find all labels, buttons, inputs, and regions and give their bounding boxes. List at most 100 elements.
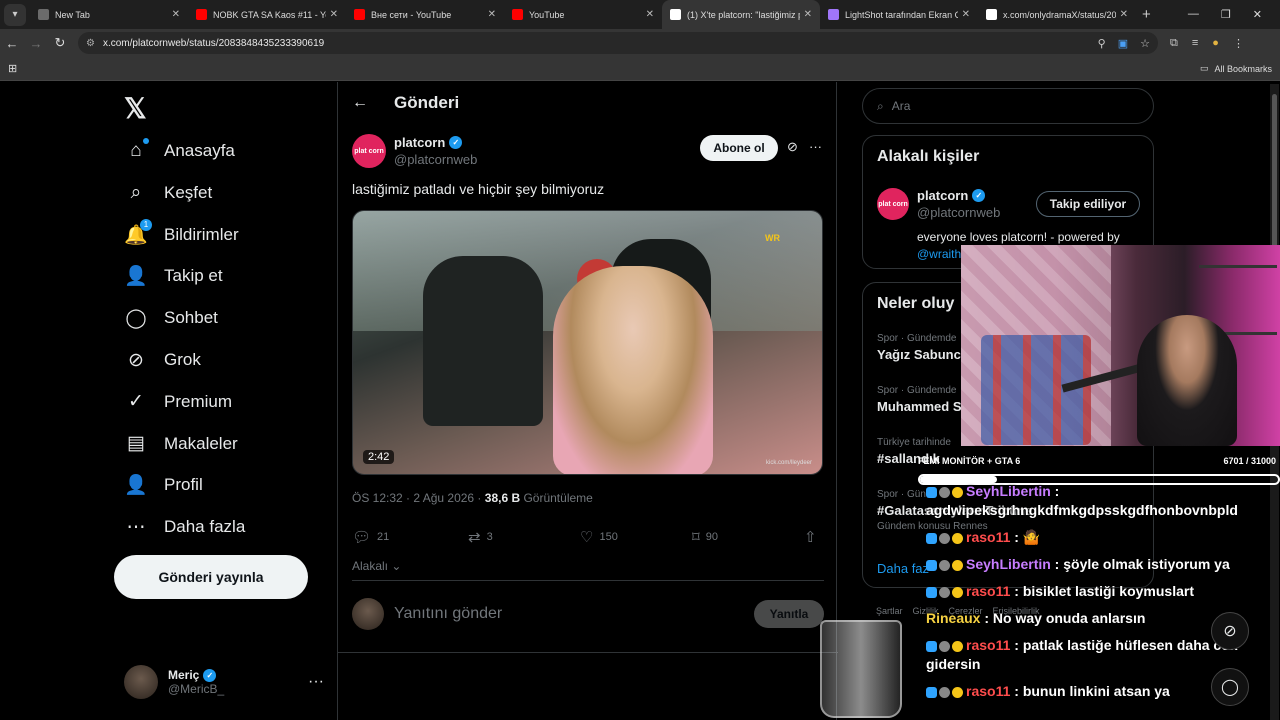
minimize-icon[interactable]: — xyxy=(1188,8,1199,21)
chat-text: : 🤷 xyxy=(1010,529,1041,545)
reply-input[interactable]: Yanıtını gönder xyxy=(394,605,502,623)
chat-text: : şöyle olmak istiyorum ya xyxy=(1050,556,1230,572)
like-action[interactable]: ♡ 150 xyxy=(580,528,692,546)
show-more-link[interactable]: Daha faz xyxy=(877,561,929,576)
close-tab-icon[interactable]: ✕ xyxy=(1120,9,1128,20)
close-tab-icon[interactable]: ✕ xyxy=(804,9,812,20)
zoom-icon[interactable]: ⚲ xyxy=(1098,37,1106,50)
apps-grid-icon[interactable]: ⊞ xyxy=(8,62,17,75)
post-button[interactable]: Gönderi yayınla xyxy=(114,555,308,599)
sidebar-item-home[interactable]: ⌂ Anasayfa xyxy=(124,134,235,168)
tab-favicon-icon xyxy=(828,9,839,20)
close-tab-icon[interactable]: ✕ xyxy=(172,9,180,20)
close-tab-icon[interactable]: ✕ xyxy=(330,9,338,20)
post-author[interactable]: plat corn platcorn ✓ @platcornweb xyxy=(352,134,477,168)
footer-link[interactable]: Şartlar xyxy=(876,606,903,616)
chat-badges xyxy=(926,640,963,652)
search-input[interactable]: ⌕ Ara xyxy=(862,88,1154,124)
sidebar-item-bell[interactable]: 🔔 1 Bildirimler xyxy=(124,218,239,252)
sidebar-item-search[interactable]: ⌕ Keşfet xyxy=(124,176,213,210)
sidebar-item-profile[interactable]: 👤 Profil xyxy=(124,468,203,502)
all-bookmarks-button[interactable]: ▭ All Bookmarks xyxy=(1200,63,1272,74)
tab-title: New Tab xyxy=(55,9,90,20)
reply-action[interactable]: 💬︎ 21 xyxy=(352,528,468,546)
sidebar-item-person-add[interactable]: 👤 Takip et xyxy=(124,259,222,293)
chat-user: SeyhLibertin xyxy=(966,483,1051,499)
subscribe-button[interactable]: Abone ol xyxy=(700,135,778,161)
site-info-icon[interactable]: ⚙ xyxy=(86,38,95,49)
author-name: platcorn xyxy=(394,135,446,150)
tab-search-button[interactable]: ▾ xyxy=(4,3,26,26)
close-tab-icon[interactable]: ✕ xyxy=(962,9,970,20)
related-person[interactable]: plat corn platcorn ✓ @platcornweb xyxy=(877,188,1000,220)
articles-icon: ▤ xyxy=(127,433,145,455)
scrollbar-thumb[interactable] xyxy=(1272,94,1277,254)
bookmarks-bar: ⊞ ▭ All Bookmarks xyxy=(0,57,1280,81)
like-count: 150 xyxy=(599,531,618,543)
browser-tab[interactable]: YouTube ✕ xyxy=(504,0,662,29)
browser-tab[interactable]: x.com/onlydramaX/status/2083 ✕ xyxy=(978,0,1136,29)
account-switcher[interactable]: Meriç ✓ @MericB_ ··· xyxy=(124,662,324,702)
install-icon[interactable]: ▣ xyxy=(1118,37,1128,50)
bookmark-action[interactable]: ⌑ 90 xyxy=(692,528,804,546)
sidebar-item-label: Anasayfa xyxy=(164,141,235,160)
post-text: lastiğimiz patladı ve hiçbir şey bilmiyo… xyxy=(352,181,605,197)
post-video[interactable]: WR 2:42 kick.com/lleydeer xyxy=(352,210,823,475)
browser-tab[interactable]: Вне сети - YouTube ✕ xyxy=(346,0,504,29)
verified-icon: ✓ xyxy=(203,668,217,682)
close-tab-icon[interactable]: ✕ xyxy=(646,9,654,20)
grok-icon[interactable]: ⊘ xyxy=(787,139,798,155)
video-watermark: kick.com/lleydeer xyxy=(765,460,812,466)
chrome-menu-icon[interactable]: ⋮ xyxy=(1233,37,1244,50)
divider xyxy=(338,652,838,653)
restore-icon[interactable]: ❐ xyxy=(1221,8,1231,21)
badge-icon xyxy=(952,532,963,544)
reload-icon[interactable]: ↻ xyxy=(48,35,72,51)
share-action[interactable]: ⇧ xyxy=(804,528,817,546)
grok-float-button[interactable]: ⊘ xyxy=(1211,612,1249,650)
badge-icon xyxy=(952,640,963,652)
chat-badges xyxy=(926,686,963,698)
badge-icon xyxy=(926,559,937,571)
extension-icon[interactable]: ● xyxy=(1212,37,1219,50)
sidebar-item-premium[interactable]: ✓ Premium xyxy=(124,385,232,419)
tab-title: LightShot tarafından Ekran Gör xyxy=(845,9,958,20)
browser-tab[interactable]: NOBK GTA SA Kaos #11 - YouTube ✕ xyxy=(188,0,346,29)
more-icon[interactable]: ··· xyxy=(308,673,324,691)
bookmark-star-icon[interactable]: ☆ xyxy=(1140,37,1150,50)
premium-icon: ✓ xyxy=(128,391,144,413)
badge-icon xyxy=(939,559,950,571)
more-icon[interactable]: ··· xyxy=(809,139,822,154)
reply-composer: Yanıtını gönder Yanıtla xyxy=(352,597,824,631)
forward-icon[interactable]: → xyxy=(24,36,48,51)
close-window-icon[interactable]: ✕ xyxy=(1253,8,1262,21)
post-time[interactable]: ÖS 12:32 · 2 Ağu 2026 · xyxy=(352,491,485,505)
close-tab-icon[interactable]: ✕ xyxy=(488,9,496,20)
sidebar-item-articles[interactable]: ▤ Makaleler xyxy=(124,427,238,461)
url-bar[interactable]: ⚙ x.com/platcornweb/status/2083848435233… xyxy=(78,32,1158,54)
goal-count: 6701 / 31000 xyxy=(1223,456,1276,466)
chevron-down-icon: ⌄ xyxy=(391,559,402,573)
related-sort[interactable]: Alakalı ⌄ xyxy=(352,559,401,573)
browser-tab[interactable]: LightShot tarafından Ekran Gör ✕ xyxy=(820,0,978,29)
following-button[interactable]: Takip ediliyor xyxy=(1036,191,1140,217)
browser-tab[interactable]: New Tab ✕ xyxy=(30,0,188,29)
extensions-icon[interactable]: ⧉ xyxy=(1170,37,1178,50)
back-icon[interactable]: ← xyxy=(0,36,24,51)
sidebar-item-more-circle[interactable]: ⋯ Daha fazla xyxy=(124,510,246,544)
reply-button[interactable]: Yanıtla xyxy=(754,600,824,628)
repost-action[interactable]: ⇄ 3 xyxy=(468,528,580,546)
chat-icon: ◯ xyxy=(125,307,147,329)
address-bar-row: ← → ↻ ⚙ x.com/platcornweb/status/2083848… xyxy=(0,29,1280,57)
x-logo-icon[interactable]: 𝕏 xyxy=(124,92,147,125)
browser-tab[interactable]: (1) X'te platcorn: "lastiğimiz pat ✕ xyxy=(662,0,820,29)
media-controls-icon[interactable]: ≡ xyxy=(1192,37,1198,50)
chat-badges xyxy=(926,486,963,498)
back-arrow-icon[interactable]: ← xyxy=(352,94,368,112)
sidebar-item-chat[interactable]: ◯ Sohbet xyxy=(124,301,218,335)
messages-float-button[interactable]: ◯ xyxy=(1211,668,1249,706)
sidebar-item-grok[interactable]: ⊘ Grok xyxy=(124,343,201,377)
reply-count: 21 xyxy=(377,531,390,543)
tab-favicon-icon xyxy=(196,9,207,20)
new-tab-button[interactable]: + xyxy=(1142,6,1151,23)
